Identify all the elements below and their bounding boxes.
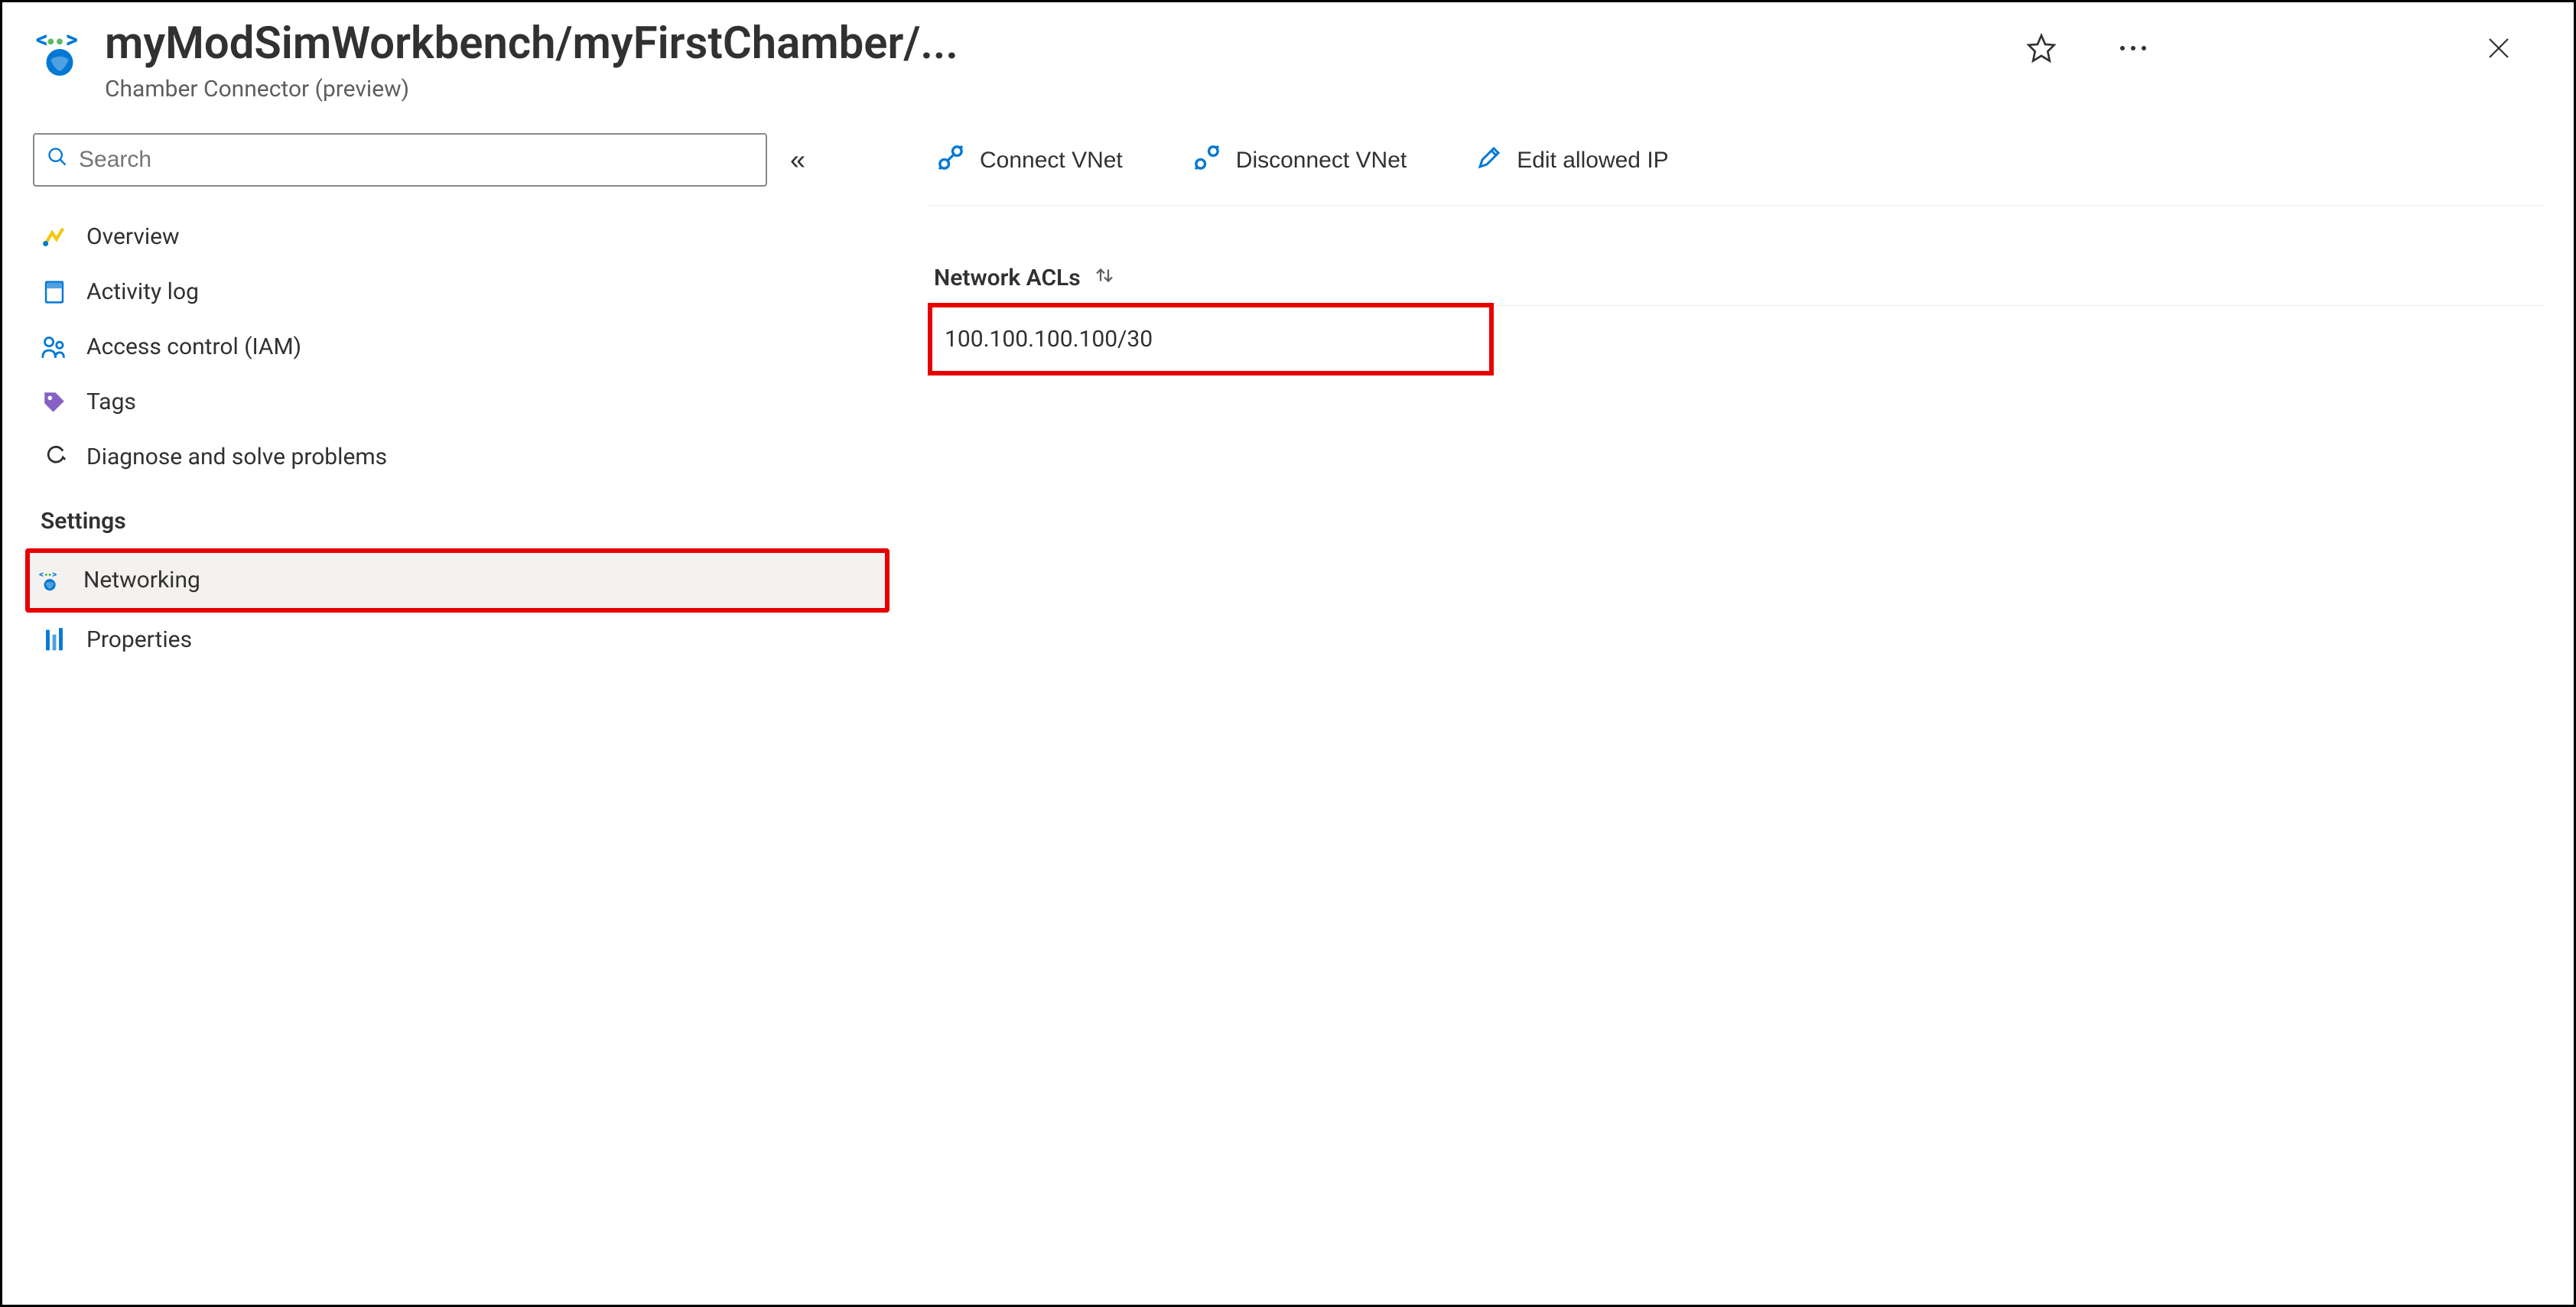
- sort-icon: [1093, 264, 1116, 293]
- svg-text:<: <: [36, 25, 48, 54]
- activity-log-icon: [41, 278, 68, 306]
- svg-text:>: >: [52, 569, 57, 580]
- sidebar-item-diagnose[interactable]: Diagnose and solve problems: [33, 430, 882, 485]
- sidebar-item-label: Tags: [86, 389, 136, 415]
- toolbar-label: Edit allowed IP: [1517, 148, 1668, 174]
- disconnect-icon: [1192, 142, 1222, 179]
- sidebar-item-tags[interactable]: Tags: [33, 375, 882, 430]
- search-icon: [47, 146, 68, 173]
- resource-icon: < >: [33, 24, 86, 77]
- sidebar-item-networking[interactable]: < > Networking: [25, 548, 890, 613]
- acl-column-header[interactable]: Network ACLs: [928, 252, 2543, 306]
- sidebar-section-settings: Settings: [33, 485, 882, 548]
- connect-icon: [935, 142, 966, 179]
- access-control-icon: [41, 333, 68, 361]
- edit-allowed-ip-button[interactable]: Edit allowed IP: [1468, 138, 1676, 184]
- edit-icon: [1475, 144, 1503, 177]
- sidebar-item-access-control[interactable]: Access control (IAM): [33, 320, 882, 375]
- networking-icon: < >: [37, 567, 65, 594]
- sidebar-item-label: Overview: [86, 223, 180, 250]
- ellipsis-icon: [2118, 44, 2148, 53]
- toolbar: Connect VNet Disconnect VNet: [928, 133, 2543, 206]
- sidebar-item-label: Diagnose and solve problems: [86, 444, 387, 470]
- search-box[interactable]: [33, 133, 767, 187]
- properties-icon: [41, 626, 68, 654]
- toolbar-label: Connect VNet: [980, 148, 1123, 174]
- disconnect-vnet-button[interactable]: Disconnect VNet: [1184, 136, 1414, 185]
- collapse-sidebar-button[interactable]: «: [790, 144, 805, 176]
- search-input[interactable]: [79, 147, 753, 173]
- more-button[interactable]: [2110, 36, 2156, 60]
- sidebar-item-overview[interactable]: Overview: [33, 210, 882, 265]
- toolbar-label: Disconnect VNet: [1236, 148, 1407, 174]
- sidebar-item-label: Access control (IAM): [86, 333, 301, 360]
- svg-text:<: <: [39, 569, 44, 580]
- column-header-label: Network ACLs: [934, 265, 1081, 291]
- star-icon: [2026, 33, 2057, 63]
- connect-vnet-button[interactable]: Connect VNet: [928, 136, 1130, 185]
- acl-row-value[interactable]: 100.100.100.100/30: [928, 303, 1494, 376]
- page-subtitle: Chamber Connector (preview): [105, 76, 2000, 102]
- sidebar-item-properties[interactable]: Properties: [33, 613, 882, 668]
- page-header: < > myModSimWorkbench/myFirstChamber/...…: [33, 18, 2543, 102]
- sidebar-item-activity-log[interactable]: Activity log: [33, 265, 882, 320]
- diagnose-icon: [41, 444, 68, 471]
- svg-text:>: >: [66, 25, 78, 54]
- overview-icon: [41, 223, 68, 251]
- sidebar-item-label: Activity log: [86, 278, 199, 305]
- favorite-button[interactable]: [2018, 25, 2064, 71]
- tags-icon: [41, 389, 68, 416]
- sidebar: « Overview: [33, 133, 882, 668]
- chevron-double-left-icon: «: [790, 144, 805, 175]
- close-button[interactable]: [2477, 27, 2520, 70]
- sidebar-item-label: Networking: [83, 567, 200, 593]
- sidebar-item-label: Properties: [86, 626, 192, 653]
- main-content: Connect VNet Disconnect VNet: [928, 133, 2543, 668]
- page-title: myModSimWorkbench/myFirstChamber/...: [105, 18, 2000, 71]
- close-icon: [2485, 34, 2513, 62]
